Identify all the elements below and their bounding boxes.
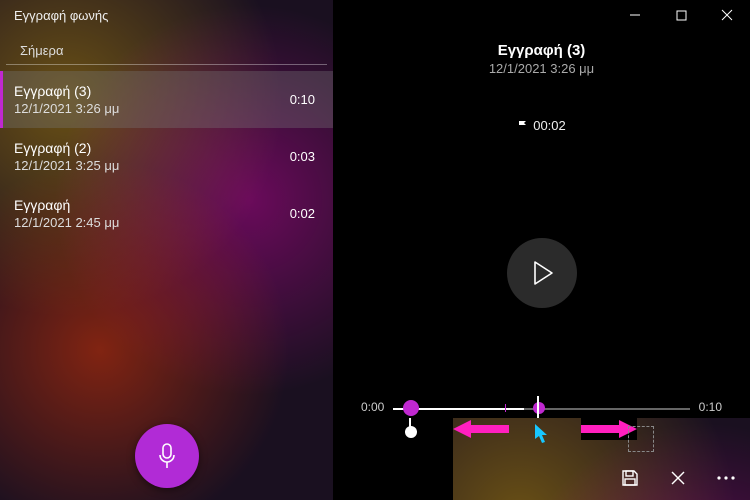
trim-preview-box <box>628 426 654 452</box>
trim-end-handle[interactable] <box>533 402 545 414</box>
maximize-button[interactable] <box>658 0 704 30</box>
recording-duration: 0:03 <box>290 149 315 164</box>
timeline-start-label: 0:00 <box>361 400 384 414</box>
more-button[interactable] <box>702 456 750 500</box>
close-icon <box>670 470 686 486</box>
microphone-icon <box>155 442 179 470</box>
recording-date: 12/1/2021 3:26 μμ <box>14 101 119 116</box>
save-icon <box>621 469 639 487</box>
detail-panel: Εγγραφή (3) 12/1/2021 3:26 μμ 00:02 0:00… <box>333 0 750 500</box>
recording-name: Εγγραφή (2) <box>14 140 119 156</box>
detail-title: Εγγραφή (3) <box>333 42 750 59</box>
trim-start-knob[interactable] <box>405 426 417 438</box>
recording-duration: 0:10 <box>290 92 315 107</box>
recordings-panel: Εγγραφή φωνής Σήμερα Εγγραφή (3) 12/1/20… <box>0 0 333 500</box>
timeline-end-label: 0:10 <box>699 400 722 414</box>
window-controls <box>333 0 750 30</box>
flag-icon <box>517 120 529 132</box>
recording-name: Εγγραφή <box>14 197 119 213</box>
recording-item[interactable]: Εγγραφή (3) 12/1/2021 3:26 μμ 0:10 <box>0 71 333 128</box>
cancel-button[interactable] <box>654 456 702 500</box>
trim-start-handle[interactable] <box>403 400 419 416</box>
app-title: Εγγραφή φωνής <box>0 0 333 33</box>
close-button[interactable] <box>704 0 750 30</box>
play-button[interactable] <box>507 238 577 308</box>
save-button[interactable] <box>606 456 654 500</box>
recording-item[interactable]: Εγγραφή (2) 12/1/2021 3:25 μμ 0:03 <box>0 128 333 185</box>
minimize-button[interactable] <box>612 0 658 30</box>
record-button[interactable] <box>135 424 199 488</box>
recording-duration: 0:02 <box>290 206 315 221</box>
play-icon <box>530 260 554 286</box>
section-today: Σήμερα <box>6 33 327 65</box>
bottom-toolbar <box>606 456 750 500</box>
marker-time: 00:02 <box>333 118 750 133</box>
recording-name: Εγγραφή (3) <box>14 83 119 99</box>
recording-item[interactable]: Εγγραφή 12/1/2021 2:45 μμ 0:02 <box>0 185 333 242</box>
detail-date: 12/1/2021 3:26 μμ <box>333 61 750 76</box>
ellipsis-icon <box>716 475 736 481</box>
recording-date: 12/1/2021 2:45 μμ <box>14 215 119 230</box>
playhead-tick <box>505 404 506 412</box>
recording-date: 12/1/2021 3:25 μμ <box>14 158 119 173</box>
